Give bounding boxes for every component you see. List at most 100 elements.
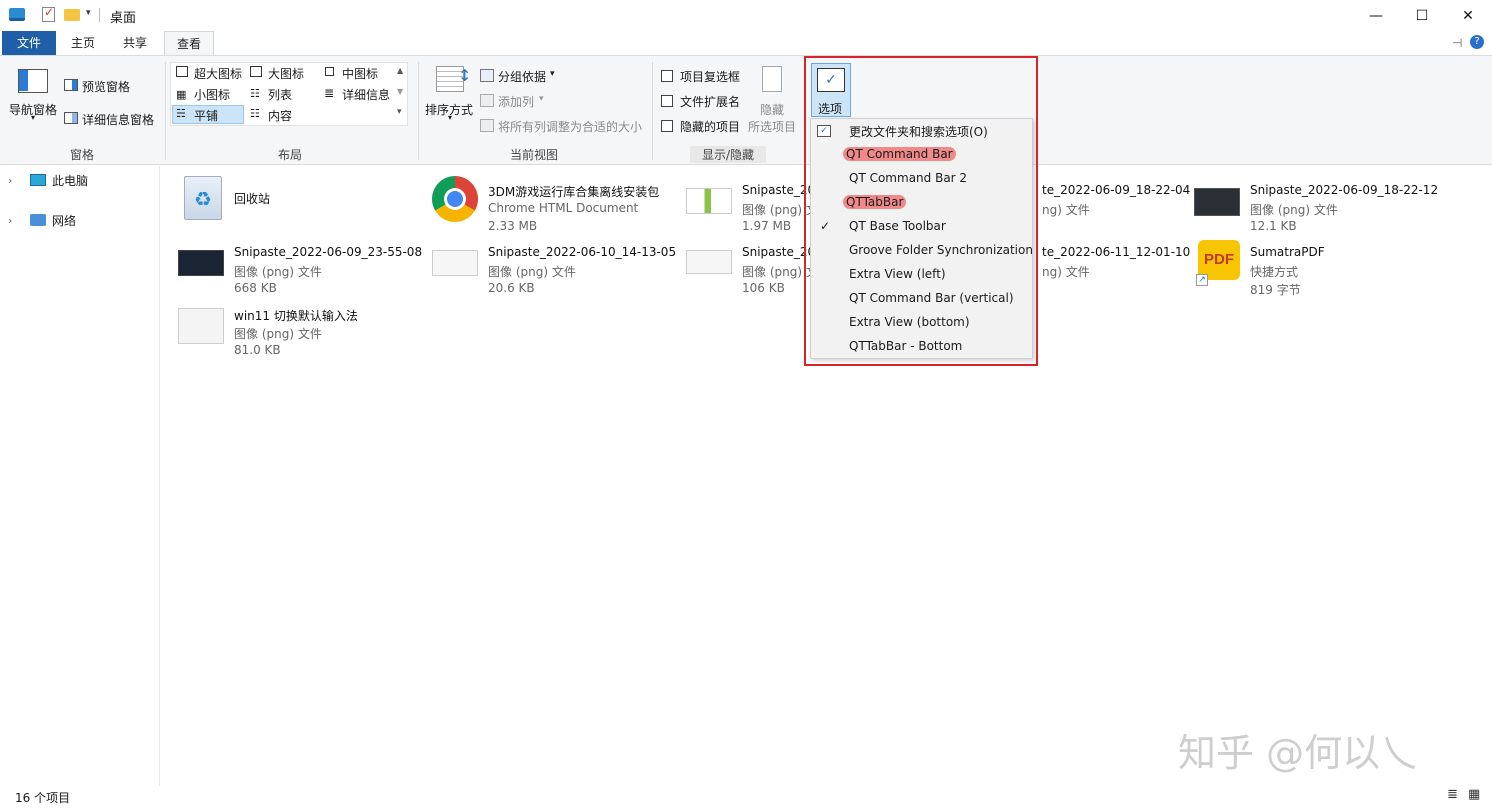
large-icons-icon: [250, 66, 262, 77]
layout-large-icons[interactable]: 大图标: [268, 65, 304, 82]
preview-pane-button[interactable]: 预览窗格: [82, 78, 130, 95]
fit-columns-icon: [480, 119, 494, 132]
file-extensions-label: 文件扩展名: [680, 95, 741, 109]
recycle-bin-icon: ♻: [184, 176, 222, 220]
window-app-icon: [9, 8, 25, 21]
ribbon: 导航窗格 ▾ 预览窗格 详细信息窗格 窗格 超大图标 大图标 中图标 ▦ 小图标…: [0, 55, 1492, 165]
chevron-right-icon[interactable]: ›: [8, 174, 22, 187]
details-view-icon[interactable]: ≣: [1447, 787, 1458, 802]
list-icon: ☷: [250, 87, 260, 100]
large-icons-view-icon[interactable]: ▦: [1468, 787, 1480, 802]
file-tile[interactable]: Snipaste_2022-06-10_14-13-05 图像 (png) 文件…: [432, 232, 686, 295]
layout-scroll-up-icon[interactable]: ▲: [397, 66, 403, 75]
ribbon-tabs: 文件 主页 共享 查看 ⊣ ?: [0, 31, 1492, 56]
layout-details[interactable]: 详细信息: [342, 86, 390, 103]
add-columns-button[interactable]: 添加列: [498, 93, 534, 110]
file-tile[interactable]: ♻ 回收站: [178, 170, 432, 230]
group-by-button[interactable]: 分组依据: [498, 68, 546, 85]
layout-medium-icons[interactable]: 中图标: [342, 65, 378, 82]
group-label-show-hide: 显示/隐藏: [690, 146, 766, 163]
image-thumb-icon: [1194, 188, 1240, 216]
sort-by-dropdown-icon[interactable]: ▾: [448, 113, 452, 122]
extra-large-icons-icon: [176, 66, 188, 77]
nav-pane-dropdown-icon[interactable]: ▾: [31, 113, 35, 122]
image-thumb-icon: [178, 308, 224, 344]
nav-item-label: 此电脑: [52, 173, 89, 188]
ribbon-separator: [652, 62, 653, 160]
content-icon: ☷: [250, 107, 260, 120]
tab-home[interactable]: 主页: [60, 31, 106, 55]
sort-arrow-icon: ↕: [458, 66, 472, 85]
status-bar: 16 个项目 ≣ ▦: [0, 786, 1492, 808]
shortcut-arrow-icon: ↗: [1196, 274, 1208, 286]
details-icon: ≣: [324, 86, 335, 100]
tab-share[interactable]: 共享: [112, 31, 158, 55]
file-extensions-checkbox[interactable]: [661, 95, 673, 107]
nav-item-this-pc[interactable]: › 此电脑: [8, 169, 88, 191]
network-icon: [30, 214, 46, 226]
properties-quick-access-icon[interactable]: ✓: [42, 5, 55, 22]
close-button[interactable]: ✕: [1445, 0, 1491, 31]
file-tile[interactable]: PDF ↗ SumatraPDF 快捷方式 819 字节: [1194, 232, 1448, 297]
preview-pane-icon: [64, 79, 78, 91]
minimize-button[interactable]: —: [1353, 0, 1399, 31]
nav-item-label: 网络: [52, 213, 77, 228]
layout-scroll-down-icon[interactable]: ▼: [397, 87, 403, 96]
hidden-items-label: 隐藏的项目: [680, 120, 741, 134]
chevron-right-icon[interactable]: ›: [8, 214, 22, 227]
tiles-icon: ☵: [176, 107, 186, 120]
image-thumb-icon: [432, 250, 478, 276]
file-tile[interactable]: win11 切换默认输入法 图像 (png) 文件 81.0 KB: [178, 294, 432, 357]
group-label-panes: 窗格: [69, 148, 94, 162]
image-thumb-icon: [686, 250, 732, 274]
add-columns-dropdown-icon[interactable]: ▾: [539, 94, 544, 104]
pin-ribbon-icon[interactable]: ⊣: [1452, 36, 1462, 50]
watermark: 知乎 @何以乀: [1178, 731, 1419, 775]
ribbon-separator: [165, 62, 166, 160]
file-tile[interactable]: Snipaste_2022-06-09_23-55-08 图像 (png) 文件…: [178, 232, 432, 295]
medium-icons-icon: [325, 67, 334, 76]
image-thumb-icon: [686, 188, 732, 214]
layout-small-icons[interactable]: 小图标: [194, 86, 230, 103]
layout-tiles: 平铺: [194, 109, 219, 123]
tab-file[interactable]: 文件: [2, 31, 56, 55]
details-pane-button[interactable]: 详细信息窗格: [82, 111, 154, 128]
image-thumb-icon: [178, 250, 224, 276]
highlight-annotation-box: [804, 56, 1038, 366]
layout-list[interactable]: 列表: [268, 86, 292, 103]
chrome-icon: [432, 176, 478, 222]
title-bar: ✓ ▾ 桌面 — ☐ ✕: [0, 0, 1492, 31]
add-columns-icon: [480, 94, 494, 107]
quick-access-dropdown-icon[interactable]: ▾: [86, 8, 91, 18]
group-label-current-view: 当前视图: [509, 148, 558, 162]
group-by-dropdown-icon[interactable]: ▾: [550, 69, 555, 79]
layout-content[interactable]: 内容: [268, 107, 292, 124]
nav-item-network[interactable]: › 网络: [8, 209, 76, 231]
layout-extra-large-icons[interactable]: 超大图标: [194, 65, 242, 82]
window-title: 桌面: [110, 11, 137, 26]
fit-columns-button[interactable]: 将所有列调整为合适的大小: [498, 118, 642, 135]
small-icons-icon: ▦: [176, 88, 187, 101]
nav-pane-icon: [18, 69, 48, 93]
navigation-pane: › 此电脑 › 网络: [0, 166, 160, 786]
tab-view[interactable]: 查看: [164, 31, 214, 56]
item-count: 16 个项目: [15, 791, 71, 805]
hidden-items-checkbox[interactable]: [661, 120, 673, 132]
maximize-button[interactable]: ☐: [1399, 0, 1445, 31]
file-tile[interactable]: 3DM游戏运行库合集离线安装包 Chrome HTML Document 2.3…: [432, 170, 686, 233]
ribbon-separator: [418, 62, 419, 160]
help-icon[interactable]: ?: [1470, 35, 1484, 49]
layout-expand-icon[interactable]: ▾: [397, 107, 402, 117]
item-checkboxes-label: 项目复选框: [680, 70, 741, 84]
computer-icon: [30, 174, 46, 186]
new-folder-quick-access-icon[interactable]: [64, 9, 80, 21]
details-pane-icon: [64, 112, 78, 124]
item-checkboxes-checkbox[interactable]: [661, 70, 673, 82]
title-separator: [99, 8, 100, 22]
hide-selected-button[interactable]: 隐藏: [760, 101, 784, 118]
group-by-icon: [480, 69, 494, 82]
group-label-layout: 布局: [277, 148, 302, 162]
hide-selected-icon: [762, 66, 782, 92]
hide-selected-button-line2: 所选项目: [748, 120, 797, 134]
file-tile[interactable]: Snipaste_2022-06-09_18-22-12 图像 (png) 文件…: [1194, 170, 1448, 233]
